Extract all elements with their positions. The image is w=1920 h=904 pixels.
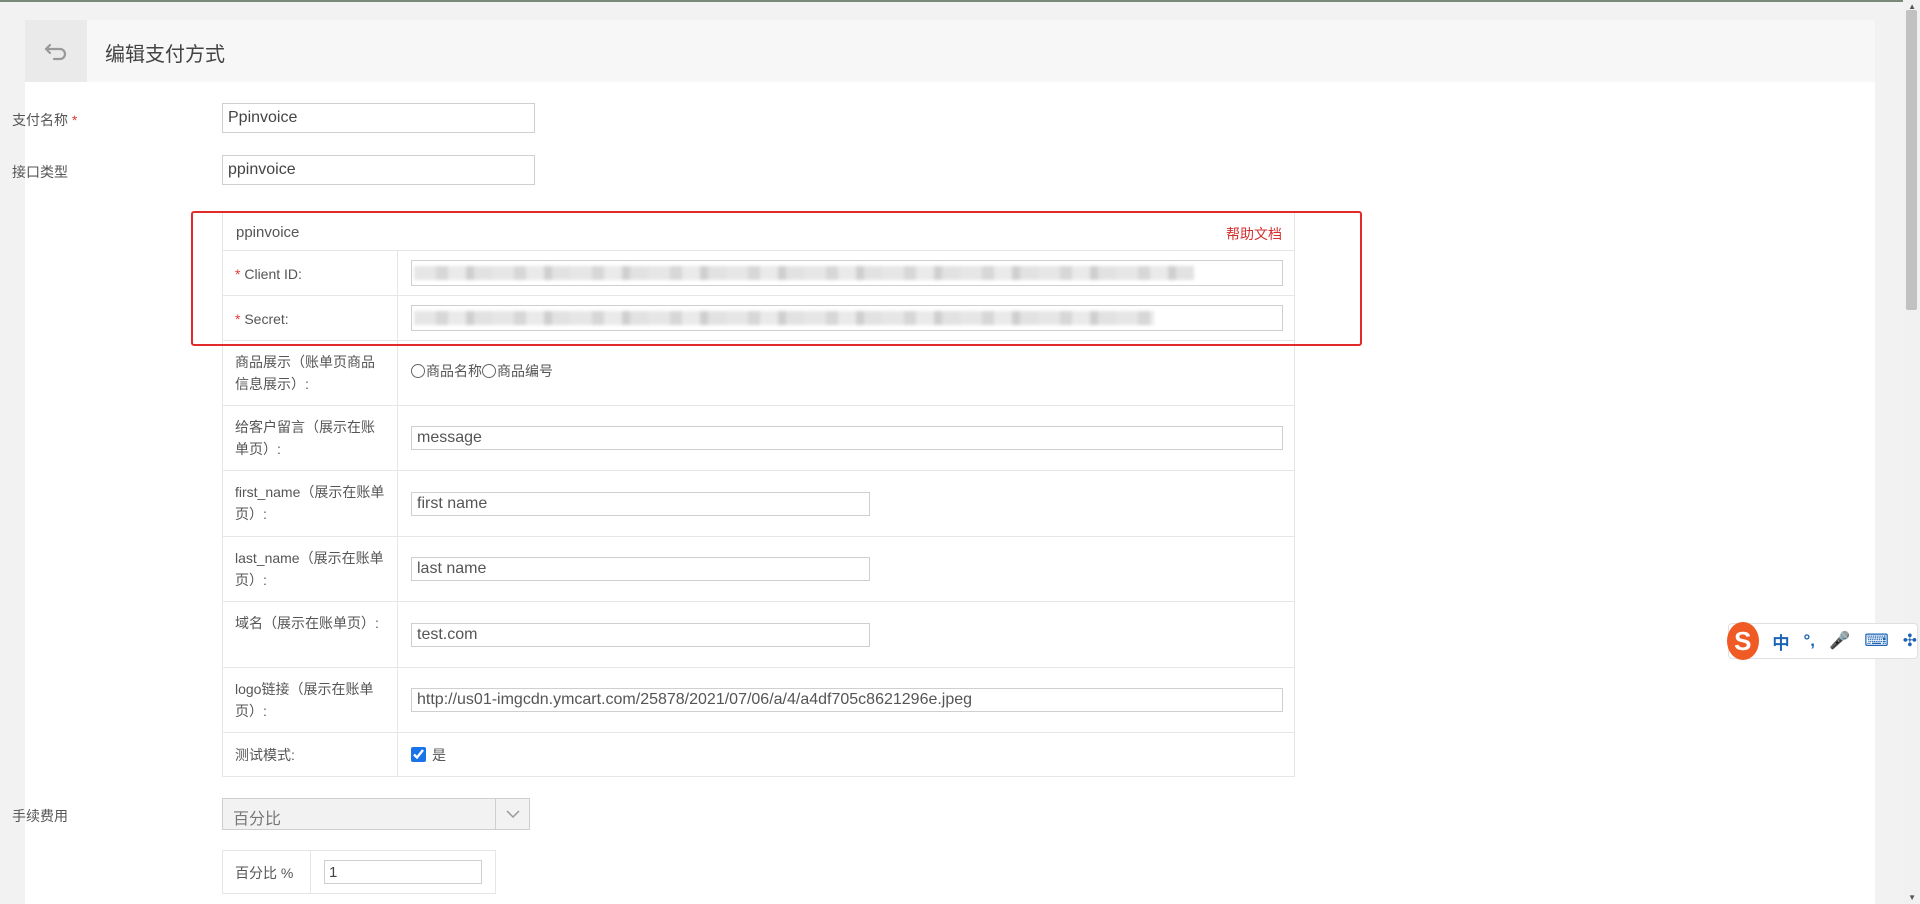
- last-name-input[interactable]: [411, 557, 870, 581]
- logo-label: logo链接（展示在账单页）:: [223, 668, 398, 732]
- secret-redacted: [414, 311, 1154, 325]
- scrollbar[interactable]: ▲ ▼: [1903, 0, 1920, 904]
- pay-name-label: 支付名称 *: [12, 112, 78, 128]
- logo-url-input[interactable]: [411, 688, 1283, 712]
- secret-row: * Secret:: [222, 296, 1295, 341]
- chevron-down-icon: [495, 799, 529, 829]
- domain-label: 域名（展示在账单页）:: [223, 602, 398, 667]
- message-label: 给客户留言（展示在账单页）:: [223, 406, 398, 470]
- pay-name-input[interactable]: [222, 103, 535, 133]
- config-header: ppinvoice 帮助文档: [222, 211, 1295, 251]
- test-mode-row: 测试模式: 是: [222, 733, 1295, 777]
- domain-row: 域名（展示在账单页）:: [222, 602, 1295, 668]
- config-title: ppinvoice: [236, 224, 300, 241]
- page-header: 编辑支付方式: [25, 20, 1875, 82]
- radio-product-sku[interactable]: [482, 364, 496, 378]
- last-name-row: last_name（展示在账单页）:: [222, 537, 1295, 602]
- page-title: 编辑支付方式: [105, 44, 225, 66]
- product-display-row: 商品展示（账单页商品信息展示）: 商品名称 商品编号: [222, 341, 1295, 406]
- last-name-label: last_name（展示在账单页）:: [223, 537, 398, 601]
- keyboard-icon[interactable]: ⌨: [1864, 631, 1889, 651]
- ime-toolbar[interactable]: S 中 °, 🎤 ⌨ ✣: [1727, 622, 1918, 660]
- test-mode-checkbox[interactable]: [411, 747, 426, 762]
- logo-row: logo链接（展示在账单页）:: [222, 668, 1295, 733]
- client-id-redacted: [414, 266, 1194, 280]
- client-id-row: * Client ID:: [222, 251, 1295, 296]
- api-type-input[interactable]: [222, 155, 535, 185]
- radio-product-name[interactable]: [411, 364, 425, 378]
- product-display-options: 商品名称 商品编号: [411, 361, 553, 381]
- back-button[interactable]: [25, 20, 87, 82]
- api-type-label: 接口类型: [12, 164, 68, 180]
- first-name-row: first_name（展示在账单页）:: [222, 471, 1295, 537]
- ime-chinese-mode[interactable]: 中: [1773, 629, 1790, 654]
- undo-arrow-icon: [44, 43, 67, 61]
- fee-type-select[interactable]: 百分比: [222, 798, 530, 830]
- secret-label: * Secret:: [223, 296, 398, 340]
- domain-input[interactable]: [411, 623, 870, 647]
- percent-row: 百分比 %: [222, 850, 496, 894]
- help-doc-link[interactable]: 帮助文档: [1226, 224, 1282, 244]
- ime-punctuation-icon[interactable]: °,: [1804, 631, 1816, 651]
- sogou-logo-icon[interactable]: S: [1727, 622, 1759, 660]
- first-name-input[interactable]: [411, 492, 870, 516]
- client-id-input[interactable]: [411, 260, 1283, 286]
- microphone-icon[interactable]: 🎤: [1829, 631, 1850, 651]
- window-top-border: [0, 0, 1920, 2]
- first-name-label: first_name（展示在账单页）:: [223, 471, 398, 536]
- message-input[interactable]: [411, 426, 1283, 450]
- message-row: 给客户留言（展示在账单页）:: [222, 406, 1295, 471]
- test-mode-label: 测试模式:: [223, 733, 398, 776]
- scrollbar-thumb[interactable]: [1906, 10, 1917, 310]
- scroll-down-icon[interactable]: ▼: [1908, 893, 1916, 902]
- ime-tools-icon[interactable]: ✣: [1903, 631, 1917, 651]
- percent-input[interactable]: [324, 860, 482, 884]
- fee-type-value: 百分比: [233, 811, 282, 828]
- secret-input[interactable]: [411, 305, 1283, 331]
- client-id-label: * Client ID:: [223, 251, 398, 295]
- fee-label: 手续费用: [12, 808, 68, 824]
- product-display-label: 商品展示（账单页商品信息展示）:: [223, 341, 398, 405]
- percent-label: 百分比 %: [223, 851, 311, 893]
